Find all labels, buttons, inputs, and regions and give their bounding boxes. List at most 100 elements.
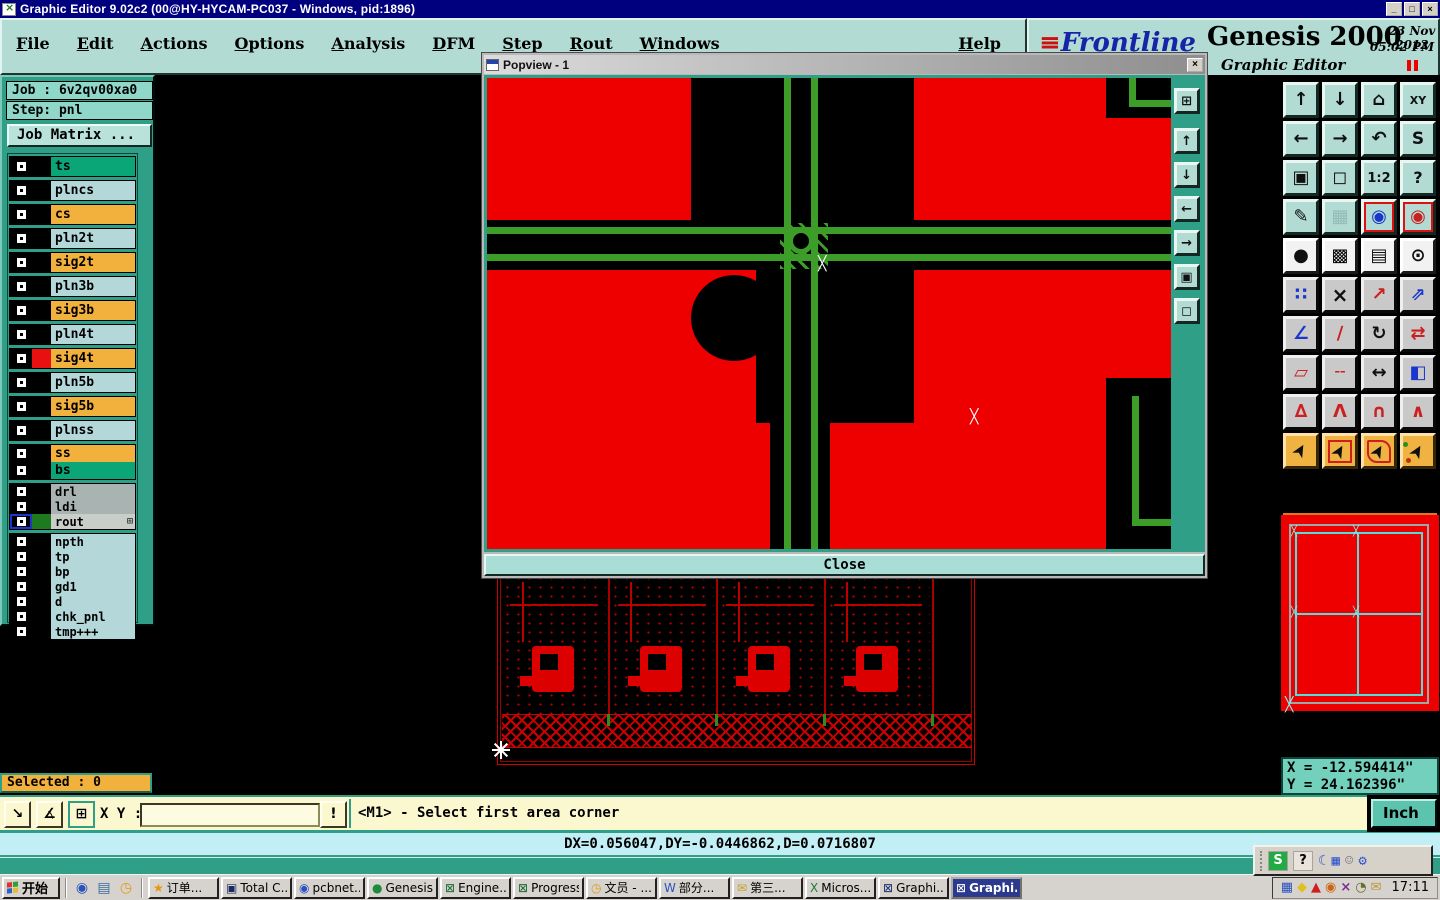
layer-visibility-checkbox[interactable]	[10, 609, 32, 624]
layer-color-chip[interactable]	[32, 397, 51, 416]
menu-windows[interactable]: Windows	[640, 34, 720, 53]
select-mode-2-button[interactable]: Λ	[1322, 394, 1358, 430]
popview-zoom-in-button[interactable]: ▣	[1173, 264, 1200, 290]
layer-visibility-checkbox[interactable]	[10, 499, 32, 514]
layer-row-tp[interactable]: tp	[10, 549, 135, 564]
select-single-button[interactable]: ➤	[1283, 433, 1319, 469]
layer-color-chip[interactable]	[32, 325, 51, 344]
menu-step[interactable]: Step	[502, 34, 542, 53]
ime-s-button[interactable]: S	[1268, 850, 1288, 871]
layer-visibility-checkbox[interactable]	[10, 325, 32, 344]
task-microsoft[interactable]: X Micros...	[805, 876, 876, 899]
layer-color-chip[interactable]	[32, 624, 51, 639]
layer-color-chip[interactable]	[32, 181, 51, 200]
menu-options[interactable]: Options	[235, 34, 305, 53]
layer-visibility-checkbox[interactable]	[10, 181, 32, 200]
previous-view-button[interactable]: ↶	[1361, 121, 1397, 157]
layer-color-chip[interactable]	[32, 462, 51, 479]
tile-windows-button[interactable]: ⊞	[68, 801, 95, 828]
close-button[interactable]: ×	[1422, 2, 1438, 16]
layer-row-sig4t[interactable]: sig4t	[10, 349, 135, 368]
popview-canvas[interactable]: ╳ ╳	[487, 78, 1172, 549]
task-pcbnet[interactable]: ◉pcbnet...	[294, 876, 365, 899]
measure-mode-button[interactable]: ∡	[36, 801, 63, 828]
layer-visibility-checkbox[interactable]	[10, 484, 32, 499]
layer-visibility-checkbox[interactable]	[10, 579, 32, 594]
layer-visibility-checkbox[interactable]	[10, 205, 32, 224]
tray-diamond-icon[interactable]: ◆	[1297, 881, 1307, 894]
layer-visibility-checkbox[interactable]	[10, 594, 32, 609]
layer-row-tmp[interactable]: tmp+++	[10, 624, 135, 639]
menu-dfm[interactable]: DFM	[432, 34, 475, 53]
net-points-button[interactable]: ∷	[1283, 277, 1319, 313]
layer-row-plnss[interactable]: plnss	[10, 421, 135, 440]
task-total-c[interactable]: ▣ Total C...	[221, 876, 292, 899]
layer-visibility-checkbox[interactable]	[10, 277, 32, 296]
layer-visibility-checkbox[interactable]	[10, 624, 32, 639]
ime-tools-icon[interactable]: ⚙	[1358, 853, 1366, 869]
layer-row-pln3b[interactable]: pln3b	[10, 277, 135, 296]
task-graphic-2-active[interactable]: ⊠Graphi...	[951, 876, 1022, 899]
layer-row-chk-pnl[interactable]: chk_pnl	[10, 609, 135, 624]
layer-row-sig3b[interactable]: sig3b	[10, 301, 135, 320]
layer-color-chip[interactable]	[32, 514, 51, 529]
layer-visibility-checkbox[interactable]	[10, 534, 32, 549]
layer-color-chip[interactable]	[32, 157, 51, 176]
task-graphic-1[interactable]: ⊠ Graphi...	[878, 876, 949, 899]
job-matrix-button[interactable]: Job Matrix ...	[7, 124, 152, 147]
popview-pan-left-button[interactable]: ←	[1173, 196, 1200, 222]
quicklaunch-desktop-icon[interactable]: ▤	[94, 878, 114, 898]
layer-visibility-checkbox[interactable]	[10, 229, 32, 248]
line-width-button[interactable]: ↔	[1361, 355, 1397, 391]
symbol-reference-button[interactable]: ●	[1283, 238, 1319, 274]
task-progress[interactable]: ⊠ Progress	[513, 876, 584, 899]
layer-color-chip[interactable]	[32, 229, 51, 248]
snap-grid-button[interactable]: ▦	[1322, 199, 1358, 235]
zoom-window-button[interactable]: ▣	[1283, 160, 1319, 196]
active-layer-chip[interactable]	[32, 349, 51, 368]
popview-close-bar-button[interactable]: Close	[484, 554, 1205, 576]
tray-clock-icon[interactable]: ◔	[1355, 881, 1366, 894]
layer-row-bp[interactable]: bp	[10, 564, 135, 579]
layer-color-chip[interactable]	[32, 253, 51, 272]
layer-row-plncs[interactable]: plncs	[10, 181, 135, 200]
menu-analysis[interactable]: Analysis	[331, 34, 405, 53]
layer-color-chip[interactable]	[32, 301, 51, 320]
popview-pan-up-button[interactable]: ↑	[1173, 128, 1200, 154]
layer-visibility-checkbox[interactable]	[10, 564, 32, 579]
minimize-button[interactable]: _	[1386, 2, 1402, 16]
rotate-button[interactable]: ↻	[1361, 316, 1397, 352]
layer-row-ldi[interactable]: ldi	[10, 499, 135, 514]
menu-actions[interactable]: Actions	[141, 34, 208, 53]
start-button[interactable]: 开始	[2, 876, 60, 899]
menu-file[interactable]: File	[16, 34, 50, 53]
window-xy-button[interactable]: XY	[1400, 82, 1436, 118]
layer-row-npth[interactable]: npth	[10, 534, 135, 549]
ime-help-button[interactable]: ?	[1293, 850, 1313, 871]
popview-pan-down-button[interactable]: ↓	[1173, 162, 1200, 188]
layer-row-pln4t[interactable]: pln4t	[10, 325, 135, 344]
layer-visibility-checkbox[interactable]	[10, 349, 32, 368]
layer-color-chip[interactable]	[32, 445, 51, 462]
layer-visibility-checkbox[interactable]	[10, 462, 32, 479]
layer-row-rout[interactable]: rout ⊞	[10, 514, 135, 529]
area-zoom-button[interactable]: ↘	[4, 801, 31, 828]
task-genesis[interactable]: ● Genesis	[367, 876, 438, 899]
move-button[interactable]: ⇗	[1400, 277, 1436, 313]
measure-angle-button[interactable]: ∠	[1283, 316, 1319, 352]
layer-row-d[interactable]: d	[10, 594, 135, 609]
layer-row-sig5b[interactable]: sig5b	[10, 397, 135, 416]
tray-genesis-icon[interactable]: ◉	[1325, 881, 1336, 894]
add-line-button[interactable]: ∕	[1322, 316, 1358, 352]
maximize-button[interactable]: □	[1404, 2, 1420, 16]
layer-color-chip[interactable]	[32, 373, 51, 392]
ime-moon-icon[interactable]: ☾	[1318, 853, 1326, 869]
layer-visibility-checkbox[interactable]	[10, 445, 32, 462]
popview-close-button[interactable]: ×	[1187, 57, 1203, 72]
pan-up-button[interactable]: ↑	[1283, 82, 1319, 118]
display-config-1-button[interactable]: ◉	[1361, 199, 1397, 235]
layer-color-chip[interactable]	[32, 277, 51, 296]
zoom-ratio-button[interactable]: 1:2	[1361, 160, 1397, 196]
layer-color-chip[interactable]	[32, 594, 51, 609]
layer-visibility-checkbox[interactable]	[10, 253, 32, 272]
